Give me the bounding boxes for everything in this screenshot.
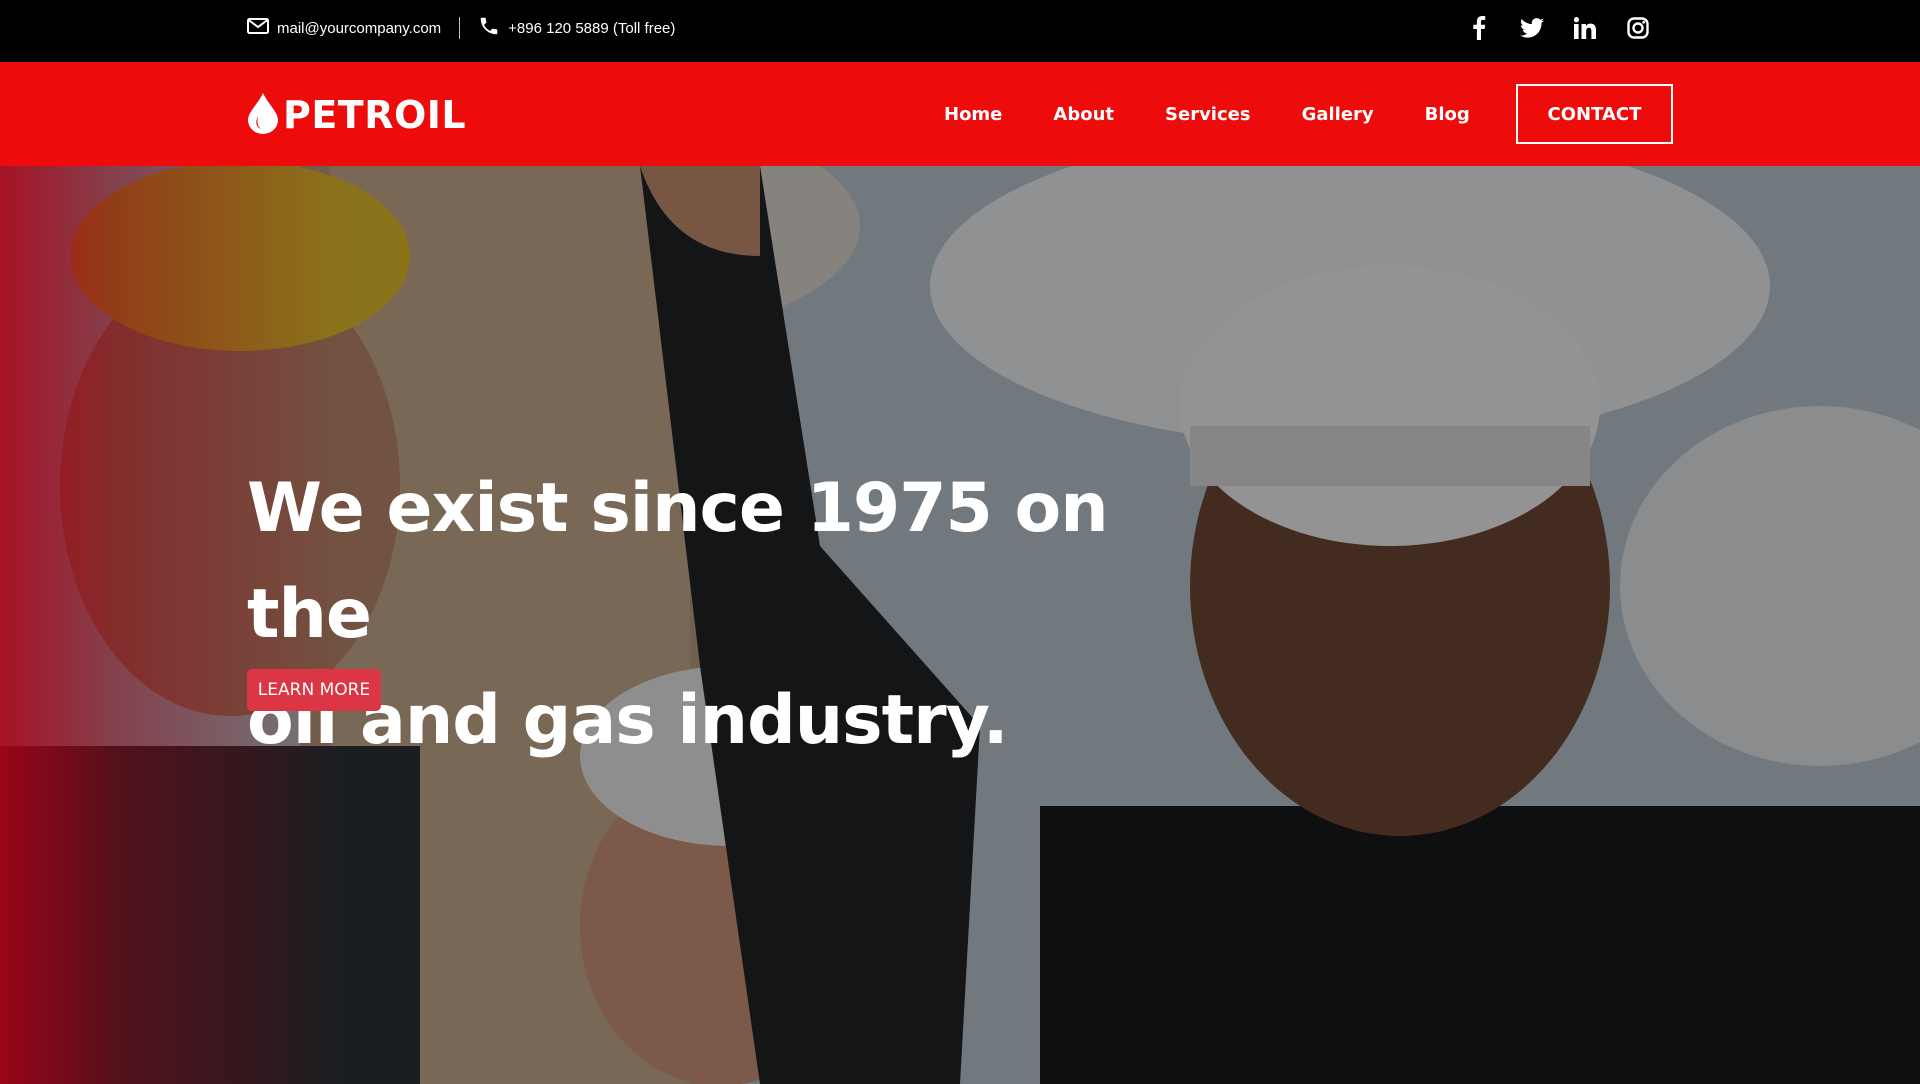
top-bar: mail@yourcompany.com +896 120 5889 (Toll…: [0, 0, 1920, 62]
nav-item-gallery[interactable]: Gallery: [1302, 104, 1374, 125]
nav-item-about[interactable]: About: [1053, 104, 1114, 125]
social-links: [1465, 14, 1652, 42]
contact-divider: [459, 17, 461, 39]
phone-icon: [478, 15, 500, 41]
nav-item-home[interactable]: Home: [944, 104, 1002, 125]
hero-title-line-1: We exist since 1975 on the: [247, 469, 1109, 654]
hero-title: We exist since 1975 on the oil and gas i…: [247, 456, 1247, 774]
email-text[interactable]: mail@yourcompany.com: [277, 20, 441, 37]
oil-drop-icon: [246, 92, 280, 139]
facebook-icon[interactable]: [1465, 14, 1493, 42]
nav-menu: Home About Services Gallery Blog: [944, 62, 1470, 166]
main-navbar: PETROIL Home About Services Gallery Blog…: [0, 62, 1920, 166]
phone-text[interactable]: +896 120 5889 (Toll free): [508, 20, 675, 37]
phone-contact[interactable]: +896 120 5889 (Toll free): [478, 15, 675, 41]
email-contact[interactable]: mail@yourcompany.com: [247, 18, 441, 38]
logo[interactable]: PETROIL: [246, 92, 467, 139]
learn-more-button[interactable]: LEARN MORE: [247, 669, 381, 711]
linkedin-icon[interactable]: [1571, 14, 1599, 42]
contact-info: mail@yourcompany.com +896 120 5889 (Toll…: [247, 0, 675, 56]
instagram-icon[interactable]: [1624, 14, 1652, 42]
nav-item-blog[interactable]: Blog: [1425, 104, 1470, 125]
hero-section: We exist since 1975 on the oil and gas i…: [0, 166, 1920, 1084]
envelope-icon: [247, 18, 269, 38]
logo-text: PETROIL: [283, 93, 467, 137]
twitter-icon[interactable]: [1518, 14, 1546, 42]
contact-button[interactable]: CONTACT: [1516, 84, 1673, 144]
nav-item-services[interactable]: Services: [1165, 104, 1251, 125]
